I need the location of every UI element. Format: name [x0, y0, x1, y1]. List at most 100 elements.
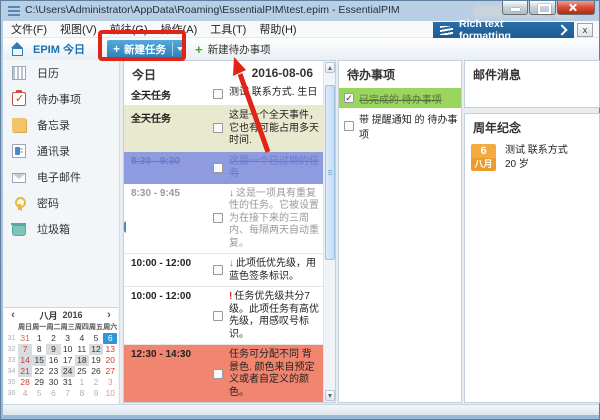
- todo-item[interactable]: 已完成的 待办事项: [339, 88, 461, 108]
- rich-text-formatting-banner[interactable]: Rich text formatting: [433, 22, 574, 38]
- calendar-day[interactable]: 4: [18, 388, 32, 399]
- todo-checkbox[interactable]: [344, 93, 354, 103]
- calendar-day[interactable]: 20: [103, 355, 117, 366]
- sidebar-item[interactable]: 密码: [3, 190, 119, 216]
- calendar-prev-button[interactable]: ‹: [8, 309, 18, 321]
- todo-item[interactable]: 带 提醒通知 的 待办事项: [339, 109, 461, 143]
- calendar-day[interactable]: 5: [32, 388, 46, 399]
- calendar-day[interactable]: 2: [89, 377, 103, 388]
- calendar-day[interactable]: 15: [32, 355, 46, 366]
- task-row[interactable]: 8:30 - 9:30这是一个已过期的任务: [124, 152, 324, 184]
- menu-item-4[interactable]: 工具(T): [210, 21, 246, 37]
- sidebar-item-label: 待办事项: [37, 91, 81, 107]
- maximize-button[interactable]: [529, 1, 556, 15]
- calendar-day[interactable]: 10: [103, 388, 117, 399]
- banner-close-button[interactable]: x: [577, 23, 593, 37]
- calendar-day[interactable]: 13: [103, 344, 117, 355]
- sidebar-item-label: 电子邮件: [37, 169, 81, 185]
- task-checkbox[interactable]: [213, 369, 223, 379]
- dropdown-caret-icon[interactable]: [177, 47, 183, 51]
- task-checkbox[interactable]: [213, 123, 223, 133]
- sidebar-item[interactable]: 电子邮件: [3, 164, 119, 190]
- scrollbar-thumb[interactable]: [325, 85, 335, 260]
- calendar-day[interactable]: 22: [32, 366, 46, 377]
- calendar-day[interactable]: 11: [75, 344, 89, 355]
- calendar-next-button[interactable]: ›: [104, 309, 114, 321]
- menu-item-5[interactable]: 帮助(H): [259, 21, 296, 37]
- anniversary-item[interactable]: 6 八月 测试 联系方式 20 岁: [465, 140, 599, 176]
- calendar-day[interactable]: 8: [75, 388, 89, 399]
- sidebar-item[interactable]: 日历: [3, 60, 119, 86]
- calendar-day[interactable]: 3: [103, 377, 117, 388]
- scroll-down-icon[interactable]: [325, 390, 335, 401]
- task-row[interactable]: 10:00 - 12:00!任务优先级共分7级。此项任务有高优先级，用感叹号标识…: [124, 287, 324, 345]
- sidebar-item[interactable]: 垃圾箱: [3, 216, 119, 242]
- calendar-day[interactable]: 9: [46, 344, 60, 355]
- calendar-day[interactable]: 6: [46, 388, 60, 399]
- calendar-day[interactable]: 24: [61, 366, 75, 377]
- task-checkbox[interactable]: [213, 265, 223, 275]
- new-todo-button[interactable]: + 新建待办事项: [195, 42, 271, 57]
- calendar-day[interactable]: 23: [46, 366, 60, 377]
- task-row[interactable]: 全天任务测试 联系方式. 生日: [124, 83, 324, 106]
- calendar-day[interactable]: 2: [46, 333, 60, 344]
- menu-item-1[interactable]: 视图(V): [60, 21, 97, 37]
- calendar-day[interactable]: 8: [32, 344, 46, 355]
- calendar-day[interactable]: 12: [89, 344, 103, 355]
- sidebar-item[interactable]: 备忘录: [3, 112, 119, 138]
- calendar-day[interactable]: 9: [89, 388, 103, 399]
- menu-item-0[interactable]: 文件(F): [11, 21, 47, 37]
- calendar-day[interactable]: 21: [18, 366, 32, 377]
- calendar-day[interactable]: 18: [75, 355, 89, 366]
- calendar-day[interactable]: 5: [89, 333, 103, 344]
- new-task-button[interactable]: + 新建任务: [107, 40, 184, 58]
- sidebar-item[interactable]: 待办事项: [3, 86, 119, 112]
- calendar-day[interactable]: 25: [75, 366, 89, 377]
- sidebar-item-epim-today[interactable]: EPIM 今日: [11, 41, 85, 57]
- task-row[interactable]: 10:00 - 12:00↓此项低优先级，用蓝色签条标识。: [124, 254, 324, 287]
- calendar-day[interactable]: 7: [61, 388, 75, 399]
- close-button[interactable]: [557, 1, 595, 15]
- task-row[interactable]: 12:30 - 14:30任务可分配不同 背景色. 颜色来自预定义或者自定义的颜…: [124, 345, 324, 402]
- calendar-day[interactable]: 28: [18, 377, 32, 388]
- task-text: 这是一个已过期的任务: [229, 152, 324, 184]
- calendar-day[interactable]: 6: [103, 333, 117, 344]
- calendar-day[interactable]: 3: [61, 333, 75, 344]
- calendar-day[interactable]: 4: [75, 333, 89, 344]
- calendar-day[interactable]: 26: [89, 366, 103, 377]
- task-checkbox[interactable]: [213, 311, 223, 321]
- calendar-day[interactable]: 31: [18, 333, 32, 344]
- task-row[interactable]: 8:30 - 9:45↓这是一项具有重复性的任务。它被设置为在接下来的三周内、每…: [124, 184, 324, 255]
- collapse-sidebar-icon[interactable]: [123, 221, 126, 233]
- calendar-day[interactable]: 7: [18, 344, 32, 355]
- menu-item-2[interactable]: 前往(G): [110, 21, 148, 37]
- calendar-day[interactable]: 19: [89, 355, 103, 366]
- low-priority-icon: ↓: [229, 258, 234, 269]
- calendar-day[interactable]: 1: [32, 333, 46, 344]
- calendar-day[interactable]: 31: [61, 377, 75, 388]
- calendar-day[interactable]: 17: [61, 355, 75, 366]
- today-scrollbar[interactable]: [323, 61, 335, 402]
- mini-calendar: ‹ 八月 2016 › 周日周一周二周三周四周五周六31311234563278…: [4, 307, 118, 405]
- key-icon: [12, 196, 26, 210]
- calendar-day[interactable]: 10: [61, 344, 75, 355]
- calendar-day[interactable]: 27: [103, 366, 117, 377]
- calendar-day[interactable]: 1: [75, 377, 89, 388]
- task-time: 10:00 - 12:00: [124, 287, 207, 344]
- task-checkbox[interactable]: [213, 163, 223, 173]
- calendar-day[interactable]: 29: [32, 377, 46, 388]
- minimize-button[interactable]: [502, 1, 528, 15]
- scroll-up-icon[interactable]: [325, 62, 335, 73]
- menu-item-3[interactable]: 操作(A): [161, 21, 198, 37]
- chevron-right-icon[interactable]: [556, 24, 567, 35]
- task-checkbox[interactable]: [213, 213, 223, 223]
- calendar-day[interactable]: 14: [18, 355, 32, 366]
- todo-checkbox[interactable]: [344, 121, 354, 131]
- sidebar-item[interactable]: 通讯录: [3, 138, 119, 164]
- contacts-icon: [12, 144, 26, 158]
- calendar-day[interactable]: 16: [46, 355, 60, 366]
- weekday-label: 周日: [18, 322, 32, 333]
- task-row[interactable]: 全天任务这是一个全天事件，它也有可能占用多天时间.: [124, 106, 324, 152]
- calendar-day[interactable]: 30: [46, 377, 60, 388]
- task-checkbox[interactable]: [213, 89, 223, 99]
